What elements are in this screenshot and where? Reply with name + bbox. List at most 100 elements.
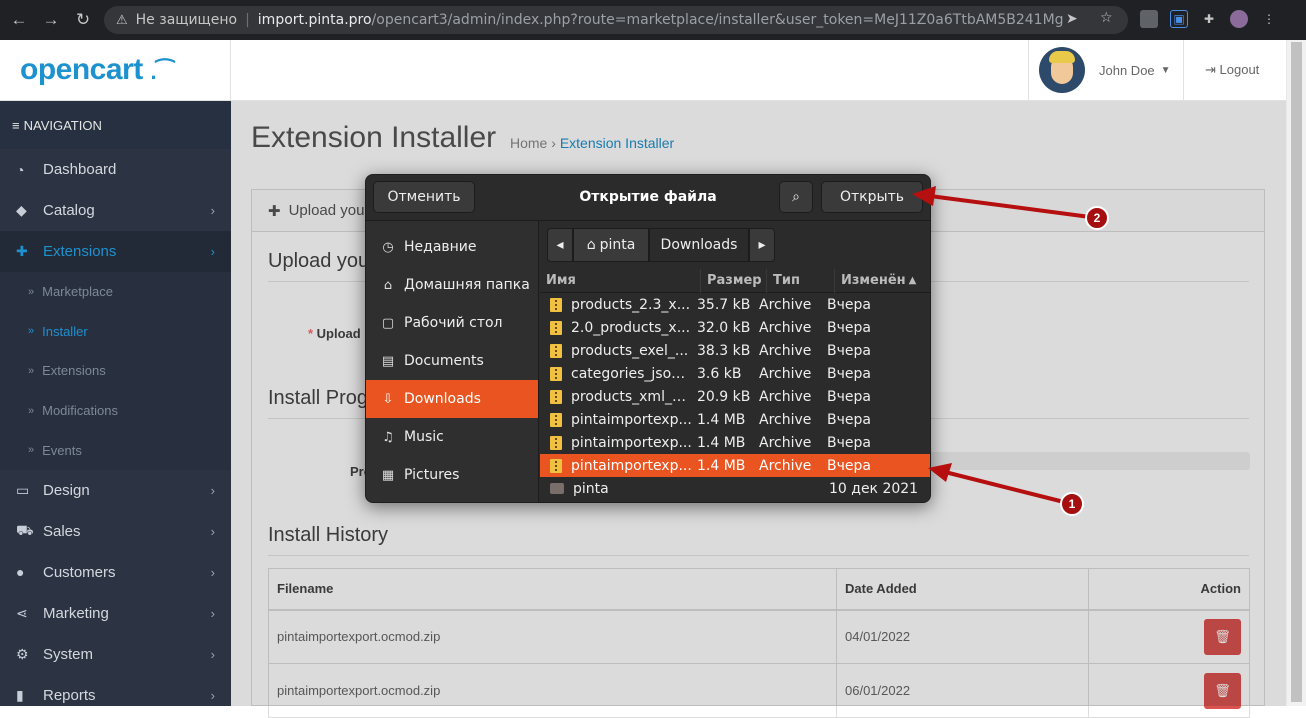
- sidebar-subitem-installer[interactable]: » Installer: [0, 311, 231, 352]
- sidebar: ≡ NAVIGATION ◔ Dashboard ◆ Catalog › ✚ Extens…: [0, 101, 231, 706]
- place-music[interactable]: ♫ Music: [366, 418, 538, 456]
- double-chevron-icon: »: [28, 404, 35, 417]
- sidebar-subitem-marketplace[interactable]: » Marketplace: [0, 272, 231, 312]
- place-label: Music: [404, 429, 444, 445]
- sidebar-subitem-events[interactable]: » Events: [0, 430, 231, 470]
- cart-icon: ⛟: [16, 521, 34, 538]
- chevron-right-icon: ›: [210, 605, 215, 621]
- sidebar-item-extensions[interactable]: ✚ Extensions ›: [0, 231, 231, 272]
- file-modified: Вчера: [827, 388, 871, 405]
- sidebar-subitem-modifications[interactable]: » Modifications: [0, 390, 231, 431]
- navigation-heading[interactable]: ≡ NAVIGATION: [0, 101, 231, 149]
- place-pictures[interactable]: ▦ Pictures: [366, 456, 538, 494]
- file-row[interactable]: pintaimportexp... 1.4 MB Archive Вчера: [540, 431, 930, 454]
- sidebar-subitem-extensions[interactable]: » Extensions: [0, 351, 231, 391]
- chevron-right-icon: ›: [210, 646, 215, 662]
- sidebar-item-system[interactable]: ⚙ System ›: [0, 634, 231, 675]
- nav-heading-label: NAVIGATION: [23, 117, 102, 133]
- file-size: 1.4 MB: [697, 457, 746, 474]
- sidebar-item-label: Customers: [43, 563, 116, 581]
- file-name: pinta: [573, 480, 609, 497]
- file-row-selected[interactable]: pintaimportexp... 1.4 MB Archive Вчера: [540, 454, 930, 477]
- file-row[interactable]: products_xml_p... 20.9 kB Archive Вчера: [540, 385, 930, 408]
- puzzle-extensions-icon[interactable]: ✚: [1200, 10, 1218, 28]
- file-name: pintaimportexp...: [571, 457, 692, 474]
- column-name[interactable]: Имя: [540, 268, 701, 293]
- cancel-button[interactable]: Отменить: [373, 181, 475, 213]
- sidebar-item-label: Extensions: [43, 243, 117, 260]
- scrollbar-thumb[interactable]: [1291, 42, 1302, 702]
- sidebar-item-reports[interactable]: ▮ Reports ›: [0, 675, 231, 716]
- place-documents[interactable]: ▤ Documents: [366, 342, 538, 380]
- url-domain: import.pinta.pro: [257, 12, 372, 28]
- file-row[interactable]: products_exel_... 38.3 kB Archive Вчера: [540, 339, 930, 362]
- logout-label: Logout: [1219, 62, 1260, 77]
- page-scrollbar[interactable]: [1286, 40, 1306, 706]
- column-size[interactable]: Размер: [701, 268, 767, 293]
- file-modified: Вчера: [827, 411, 871, 428]
- caret-down-icon: ▼: [1160, 64, 1171, 76]
- path-back-button[interactable]: ◂: [547, 228, 573, 262]
- hamburger-icon: ≡: [12, 117, 20, 133]
- opencart-logo[interactable]: opencart .⁀: [20, 53, 174, 87]
- url-separator: |: [245, 12, 250, 28]
- dashboard-icon: ◔: [16, 161, 25, 178]
- star-icon[interactable]: ☆: [1100, 10, 1113, 26]
- security-label: Не защищено: [135, 12, 238, 28]
- extension-1-icon[interactable]: [1140, 10, 1158, 28]
- dialog-title: Открытие файла: [579, 189, 717, 205]
- sidebar-item-dashboard[interactable]: ◔ Dashboard: [0, 149, 231, 190]
- file-row[interactable]: pintaimportexp... 1.4 MB Archive Вчера: [540, 408, 930, 431]
- send-icon[interactable]: ➤: [1066, 11, 1078, 27]
- open-button[interactable]: Открыть: [821, 181, 923, 213]
- sidebar-item-marketing[interactable]: ⋖ Marketing ›: [0, 593, 231, 634]
- sidebar-item-label: System: [43, 645, 94, 663]
- file-size: 1.4 MB: [697, 411, 746, 428]
- user-menu[interactable]: John Doe ▼: [1028, 40, 1184, 100]
- place-home[interactable]: ⌂ Домашняя папка: [366, 266, 538, 304]
- place-downloads[interactable]: ⇩ Downloads: [366, 380, 538, 418]
- sidebar-subitem-label: Modifications: [42, 403, 118, 419]
- path-current-segment[interactable]: Downloads: [649, 228, 749, 262]
- menu-dots-icon[interactable]: ⋮: [1260, 10, 1278, 28]
- place-label: Documents: [404, 353, 484, 369]
- admin-header: opencart .⁀ John Doe ▼ ⇥ Logout: [0, 40, 1286, 101]
- file-modified: Вчера: [827, 342, 871, 359]
- sidebar-item-sales[interactable]: ⛟ Sales ›: [0, 511, 231, 552]
- file-size: 35.7 kB: [697, 296, 751, 313]
- file-size: 32.0 kB: [697, 319, 751, 336]
- place-label: Рабочий стол: [404, 315, 503, 331]
- back-icon[interactable]: ←: [6, 7, 32, 33]
- path-home-label: pinta: [599, 237, 636, 253]
- file-modified: 10 дек 2021: [829, 480, 919, 497]
- warning-icon[interactable]: ⚠: [116, 13, 128, 28]
- place-desktop[interactable]: ▢ Рабочий стол: [366, 304, 538, 342]
- sidebar-item-customers[interactable]: ● Customers ›: [0, 552, 231, 593]
- search-button[interactable]: ⌕: [779, 181, 813, 213]
- clock-icon: ◷: [382, 239, 394, 255]
- column-modified[interactable]: Изменён ▲: [835, 269, 930, 293]
- sidebar-item-label: Design: [43, 481, 90, 499]
- logout-link[interactable]: ⇥ Logout: [1205, 62, 1259, 78]
- file-modified: Вчера: [827, 296, 871, 313]
- path-forward-button[interactable]: ▸: [749, 228, 775, 262]
- sidebar-item-catalog[interactable]: ◆ Catalog ›: [0, 190, 231, 231]
- file-row[interactable]: categories_json... 3.6 kB Archive Вчера: [540, 362, 930, 385]
- place-recent[interactable]: ◷ Недавние: [366, 228, 538, 266]
- column-type[interactable]: Тип: [767, 268, 835, 293]
- reload-icon[interactable]: ↻: [70, 7, 96, 33]
- path-home-segment[interactable]: ⌂ pinta: [573, 228, 649, 262]
- sidebar-item-design[interactable]: ▭ Design ›: [0, 470, 231, 511]
- address-bar[interactable]: ⚠ Не защищено | import.pinta.pro/opencar…: [104, 6, 1128, 34]
- archive-icon: [550, 343, 562, 358]
- folder-row[interactable]: pinta 10 дек 2021: [540, 477, 930, 500]
- extension-2-icon[interactable]: ▣: [1170, 10, 1188, 28]
- home-icon: ⌂: [383, 277, 393, 293]
- archive-icon: [550, 412, 562, 427]
- extension-icons: ▣ ✚ ⋮: [1140, 10, 1278, 28]
- forward-icon[interactable]: →: [38, 7, 64, 33]
- file-row[interactable]: products_2.3_x... 35.7 kB Archive Вчера: [540, 293, 930, 316]
- profile-icon[interactable]: [1230, 10, 1248, 28]
- url-text[interactable]: import.pinta.pro/opencart3/admin/index.p…: [258, 12, 1063, 28]
- file-row[interactable]: 2.0_products_x... 32.0 kB Archive Вчера: [540, 316, 930, 339]
